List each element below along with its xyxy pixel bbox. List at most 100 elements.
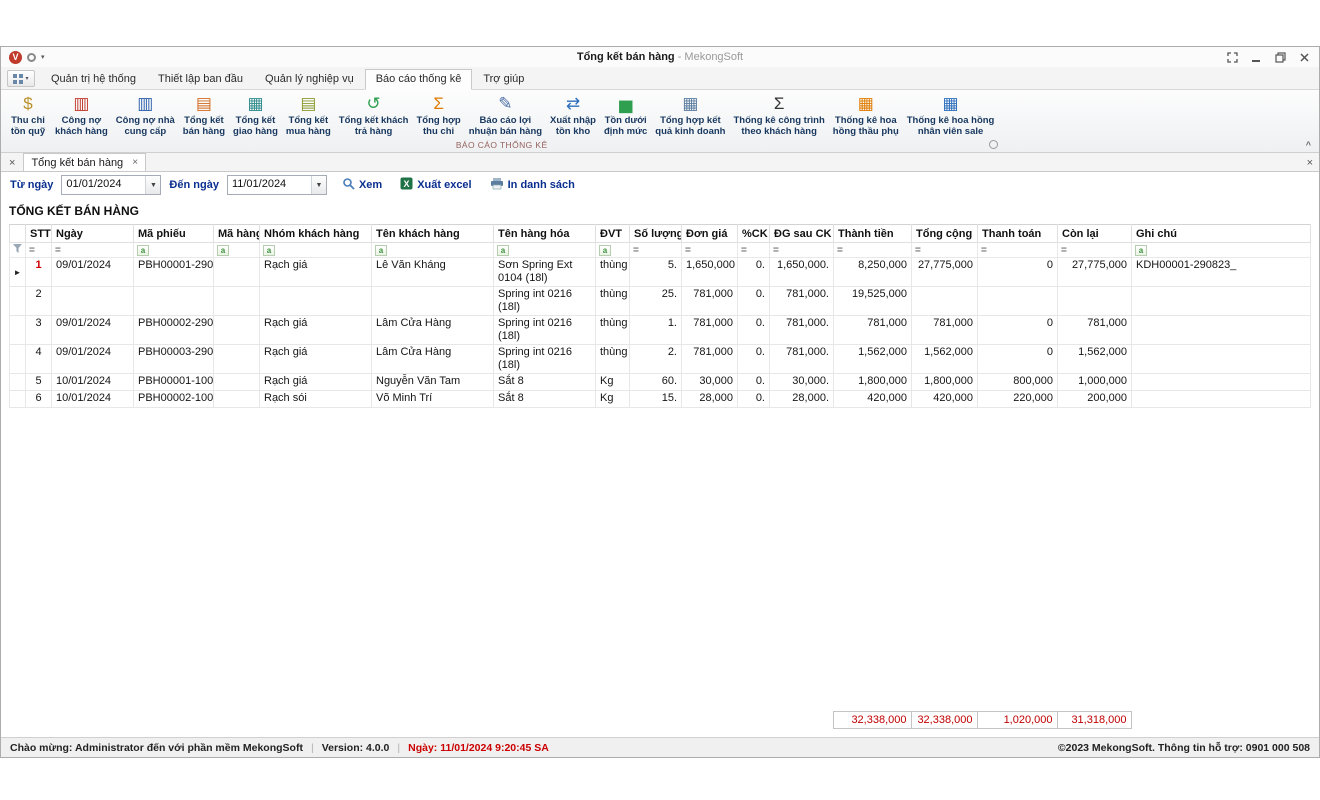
- cell-ma-phieu[interactable]: PBH00002-290...: [134, 316, 214, 345]
- cell-nhom-khach-hang[interactable]: [260, 287, 372, 316]
- cell-ten-khach-hang[interactable]: Lâm Cửa Hàng: [372, 316, 494, 345]
- from-date-input[interactable]: 01/01/2024 ▼: [61, 175, 161, 195]
- cell-dvt[interactable]: thùng: [596, 287, 630, 316]
- cell-nhom-khach-hang[interactable]: Rạch giá: [260, 374, 372, 391]
- close-icon[interactable]: [1298, 51, 1311, 64]
- cell-so-luong[interactable]: 1.: [630, 316, 682, 345]
- cell-ma-hang[interactable]: [214, 391, 260, 408]
- cell-nhom-khach-hang[interactable]: Rạch sói: [260, 391, 372, 408]
- filter-cell-thanh-tien[interactable]: =: [834, 243, 912, 258]
- cell-ngay[interactable]: [52, 287, 134, 316]
- cell-pct-ck[interactable]: 0.: [738, 258, 770, 287]
- cell-tong-cong[interactable]: [912, 287, 978, 316]
- cell-nhom-khach-hang[interactable]: Rạch giá: [260, 345, 372, 374]
- cell-ngay[interactable]: 09/01/2024: [52, 258, 134, 287]
- grid-row[interactable]: 510/01/2024PBH00001-100...Rạch giáNguyễn…: [10, 374, 1311, 391]
- application-menu-button[interactable]: ▾: [7, 70, 35, 87]
- cell-dg-sau-ck[interactable]: 781,000.: [770, 287, 834, 316]
- cell-ghi-chu[interactable]: [1132, 345, 1311, 374]
- cell-thanh-toan[interactable]: [978, 287, 1058, 316]
- menu-tab-quan-tri-he-thong[interactable]: Quản trị hệ thống: [40, 69, 147, 90]
- cell-ma-hang[interactable]: [214, 374, 260, 391]
- cell-ma-hang[interactable]: [214, 345, 260, 374]
- cell-pct-ck[interactable]: 0.: [738, 374, 770, 391]
- ribbon-item-tong-hop-thu-chi[interactable]: ΣTổng hợp thu chi: [412, 91, 464, 138]
- cell-ten-khach-hang[interactable]: [372, 287, 494, 316]
- cell-con-lai[interactable]: 1,562,000: [1058, 345, 1132, 374]
- column-header-ten-khach-hang[interactable]: Tên khách hàng: [372, 225, 494, 243]
- cell-dvt[interactable]: thùng: [596, 316, 630, 345]
- cell-thanh-tien[interactable]: 781,000: [834, 316, 912, 345]
- column-header-don-gia[interactable]: Đơn giá: [682, 225, 738, 243]
- cell-don-gia[interactable]: 781,000: [682, 345, 738, 374]
- ribbon-item-tong-ket-ban-hang[interactable]: ▤Tổng kết bán hàng: [179, 91, 229, 138]
- cell-ngay[interactable]: 10/01/2024: [52, 374, 134, 391]
- cell-thanh-toan[interactable]: 0: [978, 316, 1058, 345]
- cell-ten-khach-hang[interactable]: Lê Văn Kháng: [372, 258, 494, 287]
- cell-dvt[interactable]: Kg: [596, 374, 630, 391]
- cell-con-lai[interactable]: 200,000: [1058, 391, 1132, 408]
- ribbon-item-cong-no-nha-cung-cap[interactable]: ▥Công nợ nhà cung cấp: [112, 91, 179, 138]
- cell-tong-cong[interactable]: 781,000: [912, 316, 978, 345]
- cell-thanh-toan[interactable]: 800,000: [978, 374, 1058, 391]
- cell-thanh-tien[interactable]: 1,562,000: [834, 345, 912, 374]
- cell-ghi-chu[interactable]: [1132, 374, 1311, 391]
- menu-tab-thiet-lap-ban-dau[interactable]: Thiết lập ban đầu: [147, 69, 254, 90]
- cell-ma-phieu[interactable]: PBH00002-100...: [134, 391, 214, 408]
- cell-ngay[interactable]: 09/01/2024: [52, 316, 134, 345]
- cell-stt[interactable]: 5: [26, 374, 52, 391]
- ribbon-item-xuat-nhap-ton-kho[interactable]: ⇄Xuất nhập tồn kho: [546, 91, 600, 138]
- ribbon-item-tong-ket-giao-hang[interactable]: ▦Tổng kết giao hàng: [229, 91, 282, 138]
- column-header-nhom-khach-hang[interactable]: Nhóm khách hàng: [260, 225, 372, 243]
- cell-ma-phieu[interactable]: [134, 287, 214, 316]
- minimize-icon[interactable]: [1250, 51, 1263, 64]
- cell-ngay[interactable]: 09/01/2024: [52, 345, 134, 374]
- cell-ma-hang[interactable]: [214, 316, 260, 345]
- cell-ten-hang-hoa[interactable]: Spring int 0216 (18l): [494, 287, 596, 316]
- filter-cell-pct-ck[interactable]: =: [738, 243, 770, 258]
- cell-dg-sau-ck[interactable]: 30,000.: [770, 374, 834, 391]
- document-tab-tong-ket-ban-hang[interactable]: Tổng kết bán hàng ×: [23, 153, 146, 171]
- cell-don-gia[interactable]: 30,000: [682, 374, 738, 391]
- cell-pct-ck[interactable]: 0.: [738, 316, 770, 345]
- menu-tab-quan-ly-nghiep-vu[interactable]: Quản lý nghiệp vụ: [254, 69, 365, 90]
- cell-con-lai[interactable]: [1058, 287, 1132, 316]
- grid-row[interactable]: 2Spring int 0216 (18l)thùng25.781,0000.7…: [10, 287, 1311, 316]
- ribbon-item-bao-cao-loi-nhuan-ban-hang[interactable]: ✎Báo cáo lợi nhuận bán hàng: [465, 91, 546, 138]
- filter-cell-ma-phieu[interactable]: a: [134, 243, 214, 258]
- quick-access-dropdown-icon[interactable]: ▾: [41, 53, 45, 61]
- cell-thanh-tien[interactable]: 19,525,000: [834, 287, 912, 316]
- cell-stt[interactable]: 6: [26, 391, 52, 408]
- cell-dg-sau-ck[interactable]: 781,000.: [770, 345, 834, 374]
- cell-dvt[interactable]: thùng: [596, 258, 630, 287]
- column-header-con-lai[interactable]: Còn lại: [1058, 225, 1132, 243]
- cell-ghi-chu[interactable]: [1132, 391, 1311, 408]
- restore-icon[interactable]: [1274, 51, 1287, 64]
- column-header-ngay[interactable]: Ngày: [52, 225, 134, 243]
- ribbon-item-tong-hop-ket-qua-kinh-doanh[interactable]: ▦Tổng hợp kết quả kinh doanh: [651, 91, 729, 138]
- quick-access-icon[interactable]: [27, 53, 36, 62]
- filter-cell-so-luong[interactable]: =: [630, 243, 682, 258]
- cell-pct-ck[interactable]: 0.: [738, 345, 770, 374]
- cell-ten-khach-hang[interactable]: Lâm Cửa Hàng: [372, 345, 494, 374]
- cell-ten-hang-hoa[interactable]: Spring int 0216 (18l): [494, 345, 596, 374]
- grid-row[interactable]: 610/01/2024PBH00002-100...Rạch sóiVõ Min…: [10, 391, 1311, 408]
- ribbon-dialog-launcher-icon[interactable]: [989, 140, 998, 149]
- cell-ten-hang-hoa[interactable]: Sắt 8: [494, 391, 596, 408]
- grid-row[interactable]: 309/01/2024PBH00002-290...Rạch giáLâm Cử…: [10, 316, 1311, 345]
- cell-thanh-tien[interactable]: 1,800,000: [834, 374, 912, 391]
- menu-tab-tro-giup[interactable]: Trợ giúp: [472, 69, 535, 90]
- filter-cell-dvt[interactable]: a: [596, 243, 630, 258]
- cell-ghi-chu[interactable]: [1132, 316, 1311, 345]
- cell-dvt[interactable]: thùng: [596, 345, 630, 374]
- cell-stt[interactable]: 1: [26, 258, 52, 287]
- fullscreen-icon[interactable]: [1226, 51, 1239, 64]
- cell-ten-hang-hoa[interactable]: Sắt 8: [494, 374, 596, 391]
- close-tab-right-icon[interactable]: ×: [1307, 158, 1313, 169]
- cell-pct-ck[interactable]: 0.: [738, 391, 770, 408]
- cell-so-luong[interactable]: 60.: [630, 374, 682, 391]
- from-date-dropdown-icon[interactable]: ▼: [145, 176, 160, 194]
- cell-tong-cong[interactable]: 1,562,000: [912, 345, 978, 374]
- cell-so-luong[interactable]: 2.: [630, 345, 682, 374]
- filter-cell-nhom-khach-hang[interactable]: a: [260, 243, 372, 258]
